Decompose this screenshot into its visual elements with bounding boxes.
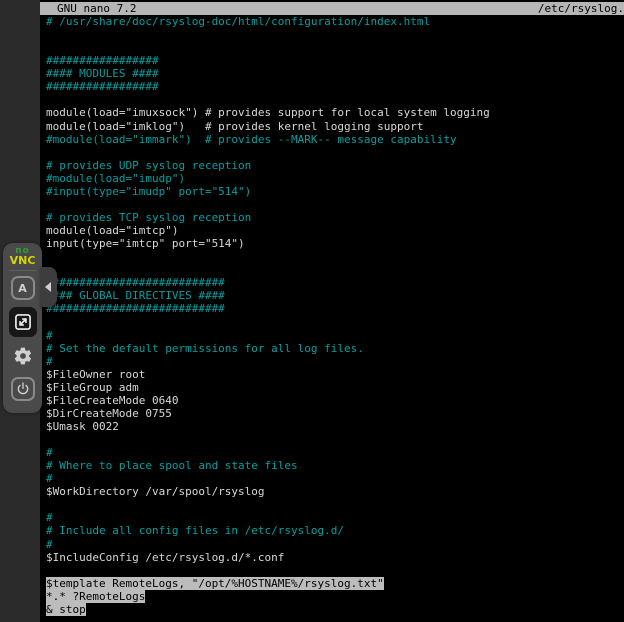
editor-line: module(load="imklog") # provides kernel … <box>46 120 624 133</box>
editor-line: ################# <box>46 54 624 67</box>
editor-line: $DirCreateMode 0755 <box>46 407 624 420</box>
editor-line <box>46 498 624 511</box>
editor-line <box>46 433 624 446</box>
editor-line: # /usr/share/doc/rsyslog-doc/html/config… <box>46 15 624 28</box>
editor-line: ########################### <box>46 302 624 315</box>
editor-line: # <box>46 511 624 524</box>
nano-titlebar: GNU nano 7.2 /etc/rsyslog. <box>40 2 624 15</box>
editor-line: module(load="imtcp") <box>46 224 624 237</box>
collapse-arrow-icon <box>45 282 51 292</box>
novnc-logo-vnc: VNC <box>3 256 42 265</box>
editor-line <box>46 263 624 276</box>
nano-version-label: GNU nano 7.2 <box>57 2 136 15</box>
editor-line: ################# <box>46 80 624 93</box>
editor-line: #### GLOBAL DIRECTIVES #### <box>46 289 624 302</box>
novnc-logo: no VNC <box>3 243 42 265</box>
editor-line: # Where to place spool and state files <box>46 459 624 472</box>
editor-line <box>46 315 624 328</box>
editor-line <box>46 28 624 41</box>
fullscreen-icon <box>13 312 33 332</box>
editor-line: $Umask 0022 <box>46 420 624 433</box>
editor-line: ########################### <box>46 276 624 289</box>
editor-line: *.* ?RemoteLogs <box>46 590 624 603</box>
editor-line: $IncludeConfig /etc/rsyslog.d/*.conf <box>46 551 624 564</box>
settings-button[interactable] <box>11 344 35 368</box>
editor-line: # <box>46 329 624 342</box>
screen: GNU nano 7.2 /etc/rsyslog. # /usr/share/… <box>0 0 624 622</box>
fullscreen-button[interactable] <box>9 307 37 337</box>
nano-filename-label: /etc/rsyslog. <box>538 2 624 15</box>
editor-line <box>46 250 624 263</box>
editor-line: # Set the default permissions for all lo… <box>46 342 624 355</box>
editor-line: $FileCreateMode 0640 <box>46 394 624 407</box>
keyboard-button[interactable]: A <box>11 276 35 300</box>
editor-line: $FileGroup adm <box>46 381 624 394</box>
keyboard-key-icon: A <box>18 282 27 295</box>
editor-line: # <box>46 472 624 485</box>
editor-line: $WorkDirectory /var/spool/rsyslog <box>46 485 624 498</box>
editor-line: #module(load="immark") # provides --MARK… <box>46 133 624 146</box>
editor-line <box>46 41 624 54</box>
editor-line: # Include all config files in /etc/rsysl… <box>46 524 624 537</box>
editor-line: # <box>46 538 624 551</box>
editor-line: #input(type="imudp" port="514") <box>46 185 624 198</box>
editor-line: module(load="imuxsock") # provides suppo… <box>46 106 624 119</box>
editor-line: #module(load="imudp") <box>46 172 624 185</box>
editor-line: input(type="imtcp" port="514") <box>46 237 624 250</box>
panel-divider <box>9 270 36 271</box>
editor-line <box>46 93 624 106</box>
editor-line: $template RemoteLogs, "/opt/%HOSTNAME%/r… <box>46 577 624 590</box>
novnc-control-bar: no VNC A <box>3 243 42 413</box>
control-bar-handle[interactable] <box>40 267 57 307</box>
editor-line <box>46 198 624 211</box>
editor-line: #### MODULES #### <box>46 67 624 80</box>
editor-line <box>46 564 624 577</box>
editor-line: $FileOwner root <box>46 368 624 381</box>
editor-content[interactable]: # /usr/share/doc/rsyslog-doc/html/config… <box>46 15 624 622</box>
editor-line: # <box>46 446 624 459</box>
gear-icon <box>13 346 33 366</box>
editor-line <box>46 146 624 159</box>
editor-line: # <box>46 355 624 368</box>
editor-line: # provides UDP syslog reception <box>46 159 624 172</box>
power-icon <box>15 381 31 397</box>
disconnect-button[interactable] <box>11 377 35 401</box>
editor-line: & stop <box>46 603 624 616</box>
terminal-window[interactable]: GNU nano 7.2 /etc/rsyslog. # /usr/share/… <box>40 0 624 622</box>
editor-line: # provides TCP syslog reception <box>46 211 624 224</box>
